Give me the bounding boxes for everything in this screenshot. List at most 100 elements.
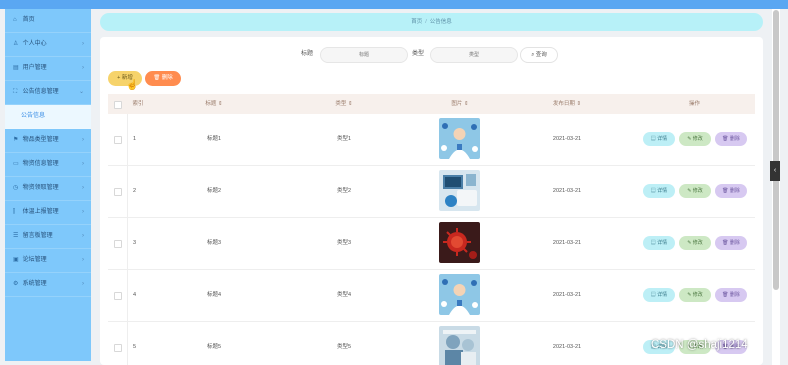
- sidebar-item-label: 体温上报管理: [22, 209, 59, 215]
- sidebar-item-message-board[interactable]: ☰ 留言板管理 ›: [5, 225, 91, 249]
- receive-icon: ◷: [13, 185, 19, 191]
- column-header-type[interactable]: 类型 ⇕: [288, 94, 400, 114]
- sidebar-item-label: 公告信息: [21, 113, 46, 119]
- sidebar-item-label: 公告信息管理: [22, 89, 59, 95]
- row-checkbox[interactable]: [114, 344, 122, 352]
- row-title: 标题5: [206, 344, 222, 350]
- sidebar-item-home[interactable]: ⌂ 首页: [5, 9, 91, 33]
- row-index: 5: [133, 344, 137, 350]
- sidebar-item-label: 物资信息管理: [22, 161, 59, 167]
- detail-button[interactable]: ▤ 详情: [643, 236, 675, 250]
- type-label: 类型: [412, 51, 425, 57]
- mouse-cursor-icon: ☝: [126, 80, 139, 91]
- detail-button[interactable]: ▤ 详情: [643, 288, 675, 302]
- row-checkbox[interactable]: [114, 292, 122, 300]
- goods-icon: ▭: [13, 161, 19, 167]
- collapse-tab-icon[interactable]: ‹: [770, 161, 780, 181]
- sidebar: ⌂ 首页 ♙ 个人中心 › ▤ 用户管理 › ⛶ 公告信息管理 ⌄ 公告信息 ⚑…: [5, 9, 91, 361]
- row-date: 2021-03-21: [552, 136, 582, 142]
- message-icon: ☰: [13, 233, 19, 239]
- column-divider: [127, 218, 128, 269]
- home-icon: ⌂: [13, 17, 17, 23]
- sidebar-item-notice-management[interactable]: ⛶ 公告信息管理 ⌄: [5, 81, 91, 105]
- row-title: 标题3: [206, 240, 222, 246]
- query-button[interactable]: ⌕ 查询: [520, 47, 558, 63]
- sidebar-item-forum[interactable]: ▣ 论坛管理 ›: [5, 249, 91, 273]
- sidebar-item-label: 系统管理: [22, 281, 47, 287]
- edit-button[interactable]: ✎ 修改: [679, 132, 711, 146]
- users-icon: ▤: [13, 65, 19, 71]
- chevron-right-icon: ›: [82, 209, 84, 215]
- delete-button[interactable]: 🗑 删除: [715, 132, 747, 146]
- sidebar-item-label: 首页: [22, 17, 35, 23]
- notice-table: 索引 标题 ⇕ 类型 ⇕ 图片 ⇕ 发布日期 ⇕ 操作 1 标题1 类型1 20…: [108, 94, 755, 365]
- breadcrumb-home[interactable]: 首页: [411, 19, 422, 25]
- table-row: 2 标题2 类型2 2021-03-21 ▤ 详情 ✎ 修改 🗑 删除: [108, 166, 755, 218]
- title-search-input[interactable]: [320, 47, 408, 63]
- search-bar: 标题 类型 ⌕ 查询: [100, 46, 763, 63]
- delete-button[interactable]: 🗑 删除: [715, 288, 747, 302]
- sidebar-item-users[interactable]: ▤ 用户管理 ›: [5, 57, 91, 81]
- scrollbar-thumb[interactable]: [773, 10, 779, 290]
- medical-device-photo-image: [439, 170, 480, 211]
- sidebar-item-profile[interactable]: ♙ 个人中心 ›: [5, 33, 91, 57]
- row-checkbox[interactable]: [114, 188, 122, 196]
- sidebar-subitem-notice[interactable]: 公告信息: [5, 105, 91, 129]
- chevron-right-icon: ›: [82, 41, 84, 47]
- chevron-right-icon: ›: [82, 65, 84, 71]
- edit-button[interactable]: ✎ 修改: [679, 184, 711, 198]
- row-index: 1: [133, 136, 137, 142]
- row-date: 2021-03-21: [552, 188, 582, 194]
- title-label: 标题: [301, 51, 314, 57]
- column-divider: [127, 166, 128, 217]
- column-divider: [127, 114, 128, 165]
- column-header-title[interactable]: 标题 ⇕: [158, 94, 270, 114]
- row-date: 2021-03-21: [552, 240, 582, 246]
- sidebar-item-label: 留言板管理: [22, 233, 53, 239]
- column-header-date[interactable]: 发布日期 ⇕: [500, 94, 634, 114]
- row-title: 标题2: [206, 188, 222, 194]
- sidebar-item-goods[interactable]: ▭ 物资信息管理 ›: [5, 153, 91, 177]
- sidebar-item-label: 用户管理: [22, 65, 47, 71]
- row-type: 类型2: [336, 188, 352, 194]
- column-header-index: 索引: [132, 101, 144, 107]
- delete-button[interactable]: 🗑 删除: [715, 184, 747, 198]
- user-icon: ♙: [13, 41, 19, 47]
- category-icon: ⚑: [13, 137, 19, 143]
- row-date: 2021-03-21: [552, 292, 582, 298]
- sidebar-item-receive[interactable]: ◷ 物资领取管理 ›: [5, 177, 91, 201]
- sidebar-item-temperature[interactable]: ⫿ 体温上报管理 ›: [5, 201, 91, 225]
- breadcrumb-separator: /: [425, 19, 427, 25]
- delete-button[interactable]: 🗑 删除: [715, 236, 747, 250]
- chevron-right-icon: ›: [82, 233, 84, 239]
- forum-icon: ▣: [13, 257, 19, 263]
- detail-button[interactable]: ▤ 详情: [643, 184, 675, 198]
- edit-button[interactable]: ✎ 修改: [679, 236, 711, 250]
- column-divider: [127, 322, 128, 365]
- row-date: 2021-03-21: [552, 344, 582, 350]
- table-header: 索引 标题 ⇕ 类型 ⇕ 图片 ⇕ 发布日期 ⇕ 操作: [108, 94, 755, 114]
- breadcrumb: 首页 / 公告信息: [100, 13, 763, 31]
- column-divider: [127, 270, 128, 321]
- detail-button[interactable]: ▤ 详情: [643, 132, 675, 146]
- row-checkbox[interactable]: [114, 136, 122, 144]
- row-index: 3: [133, 240, 137, 246]
- type-search-input[interactable]: [430, 47, 518, 63]
- sidebar-item-system[interactable]: ⚙ 系统管理 ›: [5, 273, 91, 297]
- sidebar-item-category[interactable]: ⚑ 物品类型管理 ›: [5, 129, 91, 153]
- content-panel: 标题 类型 ⌕ 查询 + 新增 🗑 删除 ☝ 索引 标题 ⇕ 类型 ⇕ 图片 ⇕…: [100, 37, 763, 365]
- temperature-icon: ⫿: [13, 209, 15, 215]
- sidebar-item-label: 论坛管理: [22, 257, 47, 263]
- table-row: 3 标题3 类型3 2021-03-21 ▤ 详情 ✎ 修改 🗑 删除: [108, 218, 755, 270]
- edit-button[interactable]: ✎ 修改: [679, 288, 711, 302]
- surgery-photo-image: [439, 326, 480, 365]
- row-checkbox[interactable]: [114, 240, 122, 248]
- medical-staff-illustration-image: [439, 118, 480, 159]
- watermark: CSDN @shaji1214: [651, 339, 748, 351]
- chevron-down-icon: ⌄: [78, 89, 84, 95]
- chevron-right-icon: ›: [82, 161, 84, 167]
- batch-delete-button[interactable]: 🗑 删除: [145, 71, 181, 86]
- chevron-right-icon: ›: [82, 185, 84, 191]
- row-title: 标题4: [206, 292, 222, 298]
- select-all-checkbox[interactable]: [114, 101, 122, 109]
